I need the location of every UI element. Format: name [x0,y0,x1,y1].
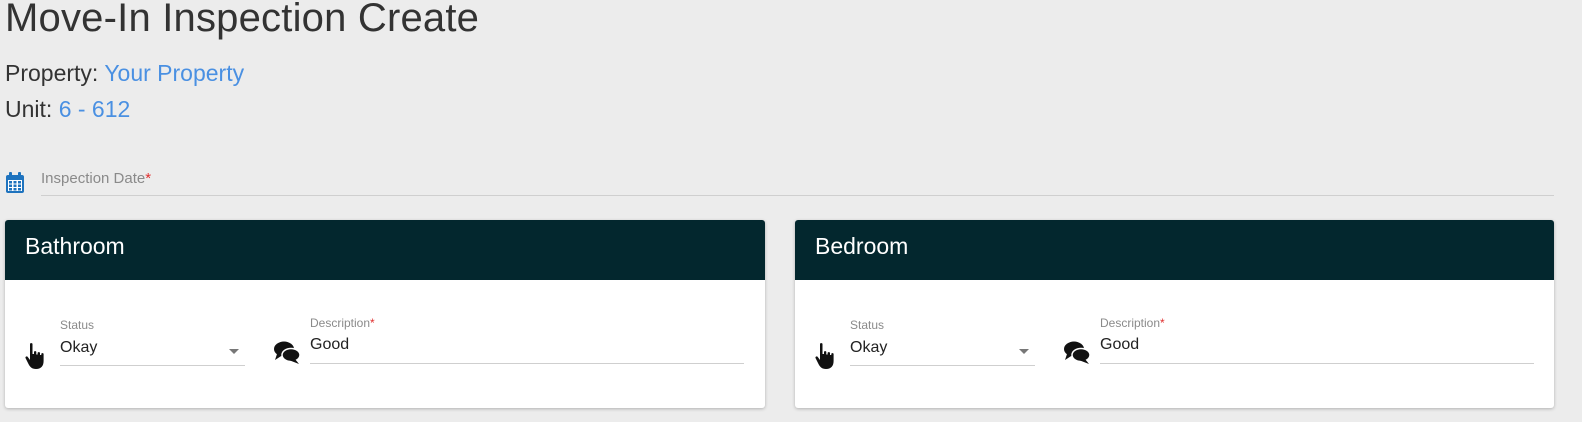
required-mark: * [370,316,375,330]
room-card-body: Status Okay Description* Good [5,280,765,408]
unit-link[interactable]: 6 - 612 [59,96,131,122]
property-label: Property: [5,60,99,86]
room-card-body: Status Okay Description* Good [795,280,1554,408]
status-value: Okay [850,339,888,356]
unit-line: Unit: 6 - 612 [5,96,130,123]
description-value: Good [310,336,350,353]
required-mark: * [1160,316,1165,330]
caret-down-icon[interactable] [1019,349,1029,354]
room-card-header: Bedroom [795,220,1554,280]
caret-down-icon[interactable] [229,349,239,354]
page-title: Move-In Inspection Create [5,0,480,40]
property-link[interactable]: Your Property [104,60,244,86]
room-card-bedroom: Bedroom Status Okay Description* Good [795,220,1554,408]
description-label: Description* [310,316,375,330]
description-input[interactable]: Description* Good [1100,316,1534,364]
inspection-date-label: Inspection Date* [41,170,152,187]
pointing-hand-icon [25,343,44,369]
required-mark: * [145,170,152,187]
status-label: Status [850,318,885,332]
speech-bubbles-icon [1064,341,1091,364]
room-card-bathroom: Bathroom Status Okay Description* Good [5,220,765,408]
calendar-icon[interactable] [5,172,25,194]
speech-bubbles-icon [274,341,301,364]
property-line: Property: Your Property [5,60,244,87]
status-value: Okay [60,339,98,356]
unit-label: Unit: [5,96,53,122]
pointing-hand-icon [815,343,834,369]
inspection-date-field[interactable]: Inspection Date* [41,168,1554,196]
description-label: Description* [1100,316,1165,330]
room-card-header: Bathroom [5,220,765,280]
status-label: Status [60,318,95,332]
description-input[interactable]: Description* Good [310,316,744,364]
description-value: Good [1100,336,1140,353]
status-select[interactable]: Status Okay [850,318,1035,366]
status-select[interactable]: Status Okay [60,318,245,366]
inspection-date-row: Inspection Date* [5,168,1554,196]
